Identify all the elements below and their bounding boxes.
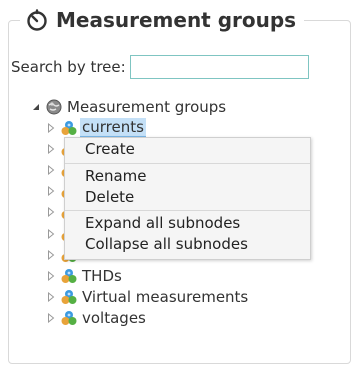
group-icon: [61, 268, 77, 284]
expand-arrow-icon[interactable]: [47, 249, 55, 260]
expand-arrow-icon[interactable]: [47, 186, 55, 197]
expand-arrow-icon[interactable]: [47, 292, 55, 303]
expand-arrow-icon[interactable]: [47, 313, 55, 324]
collapse-arrow-icon[interactable]: [32, 102, 40, 112]
tree-node-label: THDs: [82, 266, 122, 285]
group-icon: [61, 120, 77, 136]
globe-icon: [46, 99, 62, 115]
tree-root-node[interactable]: Measurement groups: [32, 96, 228, 117]
menu-item-expand-all[interactable]: Expand all subnodes: [85, 213, 240, 234]
group-icon: [61, 310, 77, 326]
timer-icon: [26, 9, 48, 31]
expand-arrow-icon[interactable]: [47, 228, 55, 239]
tree-node[interactable]: Virtual measurements: [47, 287, 250, 308]
panel-legend: Measurement groups: [20, 4, 305, 36]
expand-arrow-icon[interactable]: [47, 164, 55, 175]
menu-item-create[interactable]: Create: [85, 139, 135, 160]
context-menu: Create Rename Delete Expand all subnodes…: [64, 137, 311, 260]
tree-node-label: currents: [80, 118, 146, 137]
menu-separator: [65, 163, 310, 164]
search-label: Search by tree:: [11, 58, 126, 76]
tree-node[interactable]: voltages: [47, 308, 148, 329]
expand-arrow-icon[interactable]: [47, 122, 55, 133]
menu-item-collapse-all[interactable]: Collapse all subnodes: [85, 234, 248, 255]
expand-arrow-icon[interactable]: [47, 270, 55, 281]
search-row: Search by tree:: [11, 55, 309, 79]
tree-node[interactable]: currents: [47, 117, 146, 138]
tree-root-label: Measurement groups: [67, 97, 227, 116]
tree-node[interactable]: THDs: [47, 265, 124, 286]
menu-item-rename[interactable]: Rename: [85, 166, 147, 187]
expand-arrow-icon[interactable]: [47, 143, 55, 154]
group-icon: [61, 289, 77, 305]
menu-item-delete[interactable]: Delete: [85, 187, 134, 208]
menu-separator: [65, 210, 310, 211]
panel-title: Measurement groups: [56, 8, 297, 32]
tree-node-label: voltages: [82, 309, 146, 328]
expand-arrow-icon[interactable]: [47, 207, 55, 218]
tree-node-label: Virtual measurements: [82, 288, 249, 307]
search-input[interactable]: [129, 55, 309, 79]
